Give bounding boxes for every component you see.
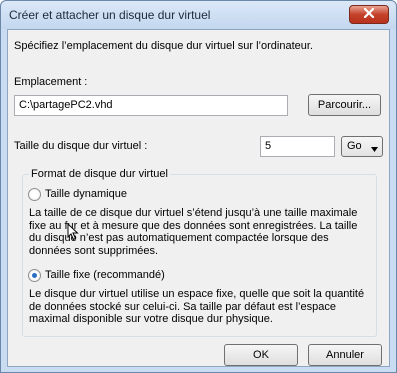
- format-legend: Format de disque dur virtuel: [29, 168, 170, 180]
- ok-button[interactable]: OK: [224, 344, 298, 366]
- radio-fixed-size[interactable]: [28, 269, 41, 282]
- location-label: Emplacement :: [14, 76, 88, 88]
- description-line: Le disque dur virtuel utilise un espace …: [29, 288, 365, 300]
- intro-text: Spécifiez l’emplacement du disque dur vi…: [14, 40, 313, 52]
- format-groupbox: Format de disque dur virtuel Taille dyna…: [22, 168, 377, 337]
- window-title: Créer et attacher un disque dur virtuel: [9, 8, 211, 22]
- unit-select[interactable]: Go: [341, 136, 383, 157]
- description-line: La taille de ce disque dur virtuel s’éte…: [29, 207, 358, 219]
- cancel-button[interactable]: Annuler: [308, 344, 382, 366]
- radio-dynamic-size-label[interactable]: Taille dynamique: [45, 188, 127, 200]
- close-button[interactable]: [349, 5, 389, 24]
- location-input[interactable]: C:\partagePC2.vhd: [14, 95, 288, 116]
- chevron-down-icon: [371, 143, 378, 155]
- description-line: de données stocké sur celui-ci. Sa taill…: [29, 300, 336, 313]
- radio-dynamic-size[interactable]: [28, 188, 41, 201]
- radio-fixed-size-label[interactable]: Taille fixe (recommandé): [45, 269, 165, 281]
- dialog-content: Spécifiez l’emplacement du disque dur vi…: [7, 29, 390, 367]
- size-label: Taille du disque dur virtuel :: [14, 140, 148, 152]
- title-bar[interactable]: Créer et attacher un disque dur virtuel: [1, 1, 396, 29]
- unit-select-value: Go: [347, 140, 362, 152]
- dialog-window: Créer et attacher un disque dur virtuel …: [0, 0, 397, 373]
- close-icon: [363, 7, 375, 21]
- description-line: données sont supprimées.: [29, 244, 159, 257]
- mouse-pointer-icon: [67, 222, 79, 244]
- browse-button[interactable]: Parcourir...: [308, 94, 381, 116]
- fixed-size-description: Le disque dur virtuel utilise un espace …: [29, 288, 364, 326]
- size-input[interactable]: 5: [260, 136, 335, 157]
- description-line: maximal disponible sur votre disque dur …: [29, 313, 273, 325]
